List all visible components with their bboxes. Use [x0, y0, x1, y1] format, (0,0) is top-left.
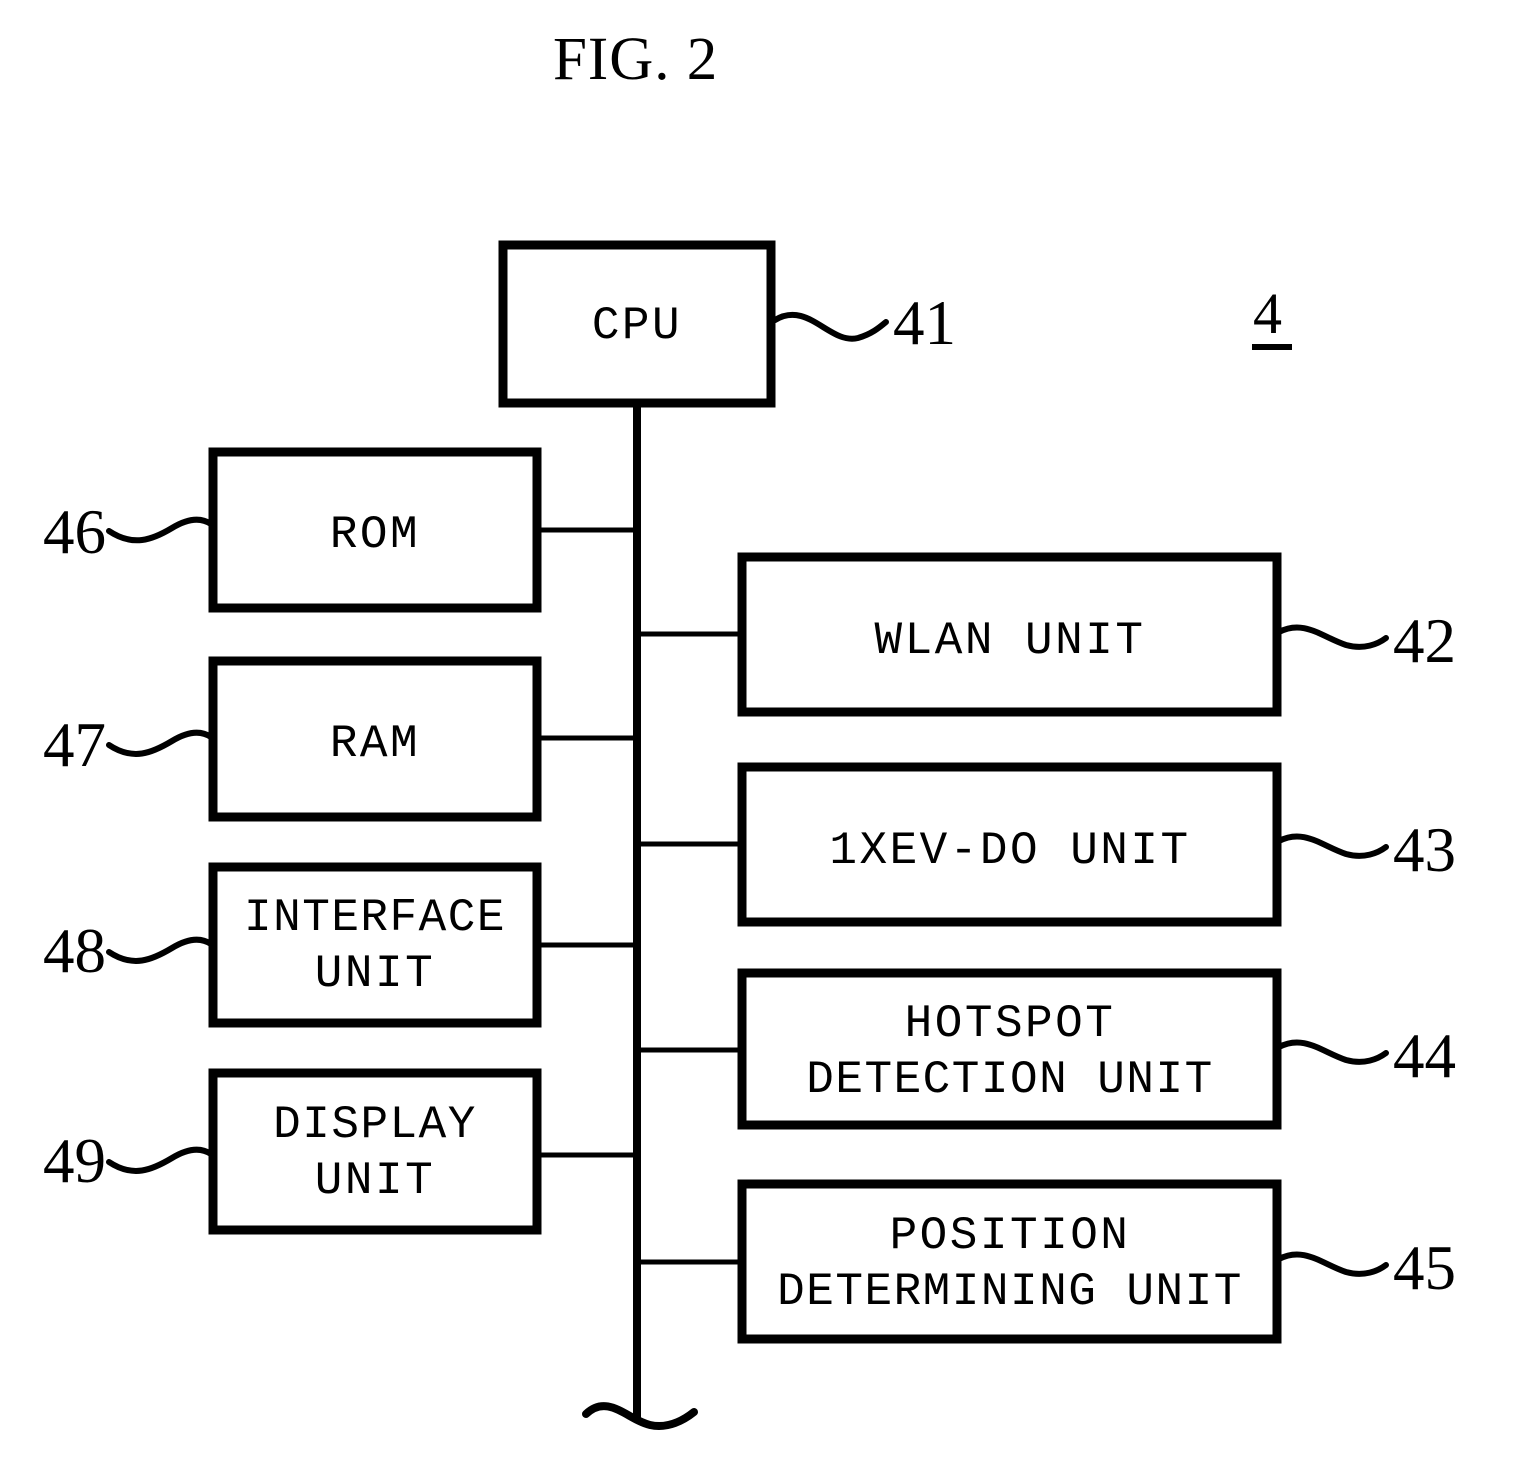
- wlan-unit-label: WLAN UNIT: [875, 615, 1146, 667]
- position-determining-unit-label-line2: DETERMINING UNIT: [777, 1266, 1243, 1318]
- display-unit-ref-number: 49: [43, 1126, 106, 1196]
- evdo-unit-label: 1XEV-DO UNIT: [829, 825, 1190, 877]
- wlan-unit-leader-line: [1276, 624, 1389, 650]
- evdo-unit-leader-line: [1276, 833, 1389, 859]
- figure-id-label: 4: [1253, 281, 1282, 346]
- hotspot-detection-unit-label-line2: DETECTION UNIT: [806, 1054, 1213, 1106]
- ram-label: RAM: [330, 718, 420, 770]
- display-unit-label-line2: UNIT: [315, 1155, 435, 1207]
- position-determining-unit-leader-line: [1276, 1251, 1389, 1277]
- block-wlan-unit: WLAN UNIT 42: [637, 552, 1456, 717]
- cpu-leader-line: [772, 311, 889, 342]
- cpu-ref-number: 41: [893, 288, 956, 358]
- rom-label: ROM: [330, 509, 420, 561]
- display-unit-leader-line: [106, 1146, 214, 1174]
- hotspot-detection-unit-ref-number: 44: [1393, 1021, 1456, 1091]
- rom-ref-number: 46: [43, 497, 106, 567]
- rom-leader-line: [106, 516, 214, 544]
- cpu-label: CPU: [592, 300, 682, 352]
- block-position-determining-unit: POSITION DETERMINING UNIT 45: [637, 1179, 1456, 1344]
- position-determining-unit-ref-number: 45: [1393, 1233, 1456, 1303]
- hotspot-detection-unit-label-line1: HOTSPOT: [905, 998, 1116, 1050]
- block-evdo-unit: 1XEV-DO UNIT 43: [637, 762, 1456, 927]
- interface-unit-leader-line: [106, 936, 214, 964]
- interface-unit-ref-number: 48: [43, 916, 106, 986]
- position-determining-unit-label-line1: POSITION: [890, 1210, 1131, 1262]
- ram-leader-line: [106, 729, 214, 757]
- evdo-unit-ref-number: 43: [1393, 815, 1456, 885]
- patent-figure-2: FIG. 2 4 CPU 41 ROM 46 RAM 47 INTERFACE …: [0, 0, 1525, 1461]
- block-display-unit: DISPLAY UNIT 49: [43, 1068, 637, 1235]
- ram-ref-number: 47: [43, 710, 106, 780]
- wlan-unit-ref-number: 42: [1393, 606, 1456, 676]
- figure-title: FIG. 2: [553, 26, 718, 93]
- display-unit-label-line1: DISPLAY: [273, 1099, 477, 1151]
- diagram-canvas: FIG. 2 4 CPU 41 ROM 46 RAM 47 INTERFACE …: [43, 26, 1456, 1430]
- block-cpu: CPU 41: [498, 240, 956, 408]
- block-ram: RAM 47: [43, 656, 637, 822]
- interface-unit-label-line1: INTERFACE: [244, 892, 506, 944]
- block-rom: ROM 46: [43, 447, 637, 613]
- block-hotspot-detection-unit: HOTSPOT DETECTION UNIT 44: [637, 968, 1456, 1130]
- interface-unit-label-line2: UNIT: [315, 948, 435, 1000]
- block-interface-unit: INTERFACE UNIT 48: [43, 862, 637, 1028]
- hotspot-detection-unit-leader-line: [1276, 1039, 1389, 1065]
